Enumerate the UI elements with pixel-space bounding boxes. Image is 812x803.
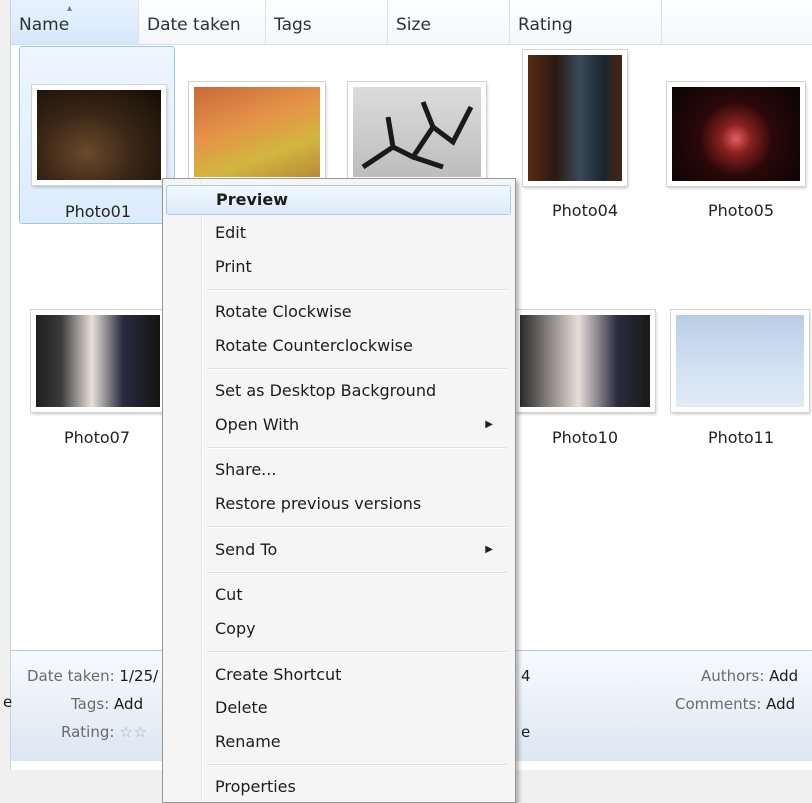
menu-item-cut[interactable]: Cut (166, 580, 511, 610)
menu-separator (207, 572, 507, 574)
menu-separator (207, 764, 507, 766)
menu-separator (207, 651, 507, 653)
menu-item-rotate-counterclockwise[interactable]: Rotate Counterclockwise (166, 331, 511, 361)
menu-item-set-desktop-background[interactable]: Set as Desktop Background (166, 376, 511, 406)
menu-separator (207, 368, 507, 370)
detail-comments: Comments: Add (675, 695, 796, 713)
photo-thumbnail (667, 82, 805, 186)
photo-tile-photo01[interactable]: Photo01 (19, 46, 175, 224)
photo-tile-photo05[interactable]: Photo05 (663, 46, 812, 224)
submenu-arrow-icon: ▶ (485, 419, 493, 430)
menu-item-send-to[interactable]: Send To ▶ (166, 535, 511, 565)
rating-stars-icon[interactable]: ☆☆ (119, 723, 148, 741)
menu-separator (207, 526, 507, 528)
photo-tile-photo10[interactable]: Photo10 (507, 300, 663, 478)
photo-tile-photo11[interactable]: Photo11 (663, 300, 812, 478)
photo-thumbnail (31, 310, 165, 412)
clipped-text: e (3, 693, 13, 711)
photo-label: Photo05 (708, 201, 774, 220)
sort-ascending-icon: ▴ (67, 3, 73, 14)
menu-item-preview[interactable]: Preview (166, 185, 511, 215)
column-header-bar: ▴ Name Date taken Tags Size Rating (11, 0, 812, 45)
detail-tags: Tags: Add (71, 695, 144, 713)
photo-thumbnail (32, 85, 166, 185)
detail-date-taken: Date taken: 1/25/ (27, 667, 159, 685)
menu-item-rotate-clockwise[interactable]: Rotate Clockwise (166, 297, 511, 327)
menu-item-properties[interactable]: Properties (166, 772, 511, 802)
photo-thumbnail-child-playing[interactable] (189, 82, 325, 182)
clipped-text: 4 (521, 667, 531, 685)
menu-item-rename[interactable]: Rename (166, 727, 511, 757)
menu-item-share[interactable]: Share... (166, 455, 511, 485)
photo-label: Photo11 (708, 428, 774, 447)
photo-label: Photo10 (552, 428, 618, 447)
menu-item-print[interactable]: Print (166, 252, 511, 282)
menu-item-restore-previous-versions[interactable]: Restore previous versions (166, 489, 511, 519)
clipped-text: e (521, 723, 531, 741)
menu-item-delete[interactable]: Delete (166, 693, 511, 723)
photo-tile-photo07[interactable]: Photo07 (19, 300, 175, 478)
menu-item-copy[interactable]: Copy (166, 614, 511, 644)
submenu-arrow-icon: ▶ (485, 544, 493, 555)
column-header-date-taken[interactable]: Date taken (139, 0, 266, 44)
menu-item-create-shortcut[interactable]: Create Shortcut (166, 660, 511, 690)
photo-thumbnail (523, 50, 627, 186)
menu-separator (207, 447, 507, 449)
photo-tile-photo04[interactable]: Photo04 (507, 46, 663, 224)
photo-label: Photo04 (552, 201, 618, 220)
menu-item-edit[interactable]: Edit (166, 218, 511, 248)
photo-label: Photo07 (64, 428, 130, 447)
photo-thumbnail-branches[interactable] (348, 82, 486, 182)
detail-rating: Rating: ☆☆ (61, 723, 149, 741)
menu-item-open-with[interactable]: Open With ▶ (166, 410, 511, 440)
column-header-name[interactable]: ▴ Name (11, 0, 139, 44)
photo-label: Photo01 (65, 202, 131, 221)
photo-thumbnail (515, 310, 655, 412)
menu-separator (207, 289, 507, 291)
column-header-size[interactable]: Size (388, 0, 510, 44)
column-header-rating[interactable]: Rating (510, 0, 662, 44)
detail-authors: Authors: Add (701, 667, 799, 685)
photo-thumbnail (671, 310, 809, 412)
column-header-tags[interactable]: Tags (266, 0, 388, 44)
context-menu: Preview Edit Print Rotate Clockwise Rota… (162, 178, 516, 803)
branch-silhouette-icon (361, 101, 474, 170)
